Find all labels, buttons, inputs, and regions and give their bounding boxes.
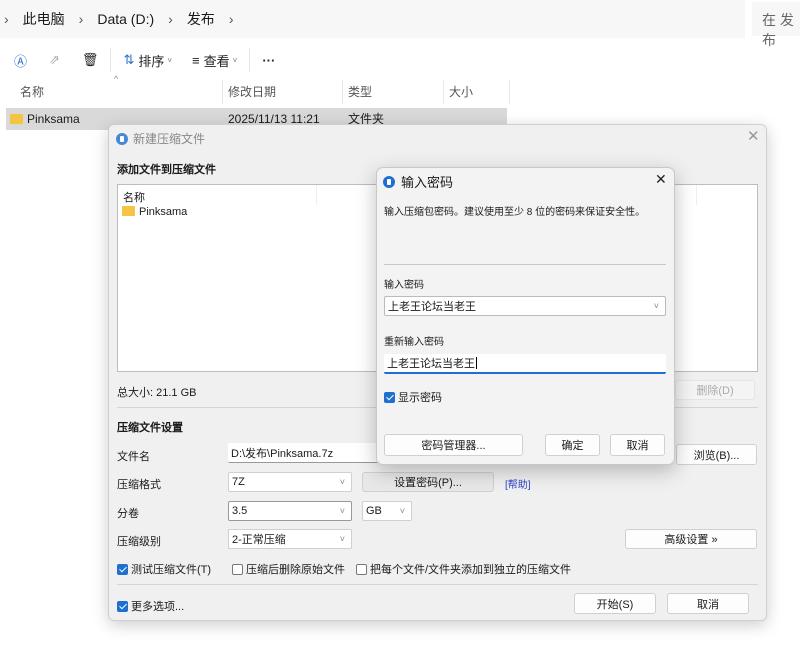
chevron-down-icon: ˅ (653, 301, 659, 311)
column-header-type[interactable]: 类型 (348, 80, 372, 104)
confirm-password-input[interactable]: 上老王论坛当老王 (384, 354, 666, 374)
help-link[interactable]: [帮助] (505, 476, 531, 491)
ok-button[interactable]: 确定 (545, 434, 600, 456)
delete-button[interactable]: 删除(D) (675, 380, 755, 400)
filename-label: 文件名 (117, 451, 150, 463)
password-label: 输入密码 (384, 280, 424, 291)
breadcrumb-item[interactable]: 发布 (187, 9, 215, 29)
confirm-password-label: 重新输入密码 (384, 337, 444, 348)
checkbox-icon (117, 601, 128, 612)
list-header-name[interactable]: 名称 (123, 189, 145, 205)
address-bar[interactable]: › 此电脑 › Data (D:) › 发布 › (0, 0, 745, 38)
more-options-checkbox[interactable]: 更多选项... (117, 598, 184, 614)
browse-button[interactable]: 浏览(B)... (676, 444, 757, 465)
split-label: 分卷 (117, 508, 139, 520)
divider (110, 48, 112, 72)
test-archive-checkbox[interactable]: 测试压缩文件(T) (117, 561, 211, 577)
format-select[interactable]: 7Z ˅ (228, 472, 352, 492)
search-input[interactable]: 在 发布 (752, 2, 800, 48)
sort-label: 排序 (138, 53, 165, 69)
column-header-size[interactable]: 大小 (449, 80, 473, 104)
set-password-button[interactable]: 设置密码(P)... (362, 472, 494, 492)
more-button[interactable]: ··· (256, 45, 281, 75)
chevron-down-icon: ˅ (339, 506, 345, 516)
separate-archives-checkbox[interactable]: 把每个文件/文件夹添加到独立的压缩文件 (356, 561, 571, 577)
dialog-title: 输入密码 (383, 172, 453, 191)
password-description: 输入压缩包密码。建议使用至少 8 位的密码来保证安全性。 (384, 207, 646, 218)
chevron-right-icon[interactable]: › (229, 11, 234, 27)
app-logo-icon (383, 175, 395, 188)
total-size: 总大小: 21.1 GB (117, 387, 197, 399)
delete-after-checkbox[interactable]: 压缩后删除原始文件 (232, 561, 345, 577)
chevron-down-icon: ˅ (339, 534, 345, 544)
share-icon[interactable]: ⇗ (43, 45, 66, 75)
file-name: Pinksama (27, 112, 80, 126)
delete-icon[interactable]: 🗑 (76, 45, 105, 75)
checkbox-icon (117, 564, 128, 575)
settings-heading: 压缩文件设置 (117, 422, 183, 434)
checkbox-icon (356, 564, 367, 575)
toolbar: Ⓐ ⇗ 🗑 ⇅ 排序 ˅ ≡ 查看 ˅ ··· (0, 42, 800, 78)
cancel-button[interactable]: 取消 (667, 593, 749, 614)
password-manager-button[interactable]: 密码管理器... (384, 434, 523, 456)
close-icon[interactable]: ✕ (655, 171, 667, 188)
password-dialog: 输入密码 ✕ 输入压缩包密码。建议使用至少 8 位的密码来保证安全性。 输入密码… (376, 167, 675, 465)
split-size-select[interactable]: 3.5 ˅ (228, 501, 352, 521)
folder-icon (10, 114, 23, 124)
dialog-title: 新建压缩文件 (116, 130, 205, 147)
folder-icon (122, 206, 135, 216)
view-label: 查看 (203, 53, 230, 69)
app-logo-icon (116, 132, 128, 145)
checkbox-icon (232, 564, 243, 575)
advanced-settings-button[interactable]: 高级设置 » (625, 529, 757, 549)
column-header-name[interactable]: 名称 (20, 80, 44, 104)
breadcrumb-item[interactable]: 此电脑 (23, 9, 65, 29)
chevron-down-icon: ˅ (399, 506, 405, 516)
sort-button[interactable]: ⇅ 排序 ˅ (117, 45, 178, 75)
divider (249, 48, 251, 72)
view-icon: ≡ (192, 52, 200, 68)
chevron-right-icon: › (4, 11, 9, 27)
breadcrumb-item[interactable]: Data (D:) (97, 11, 154, 27)
divider (117, 584, 758, 585)
start-button[interactable]: 开始(S) (574, 593, 656, 614)
show-password-checkbox[interactable]: 显示密码 (384, 389, 442, 405)
level-select[interactable]: 2-正常压缩 ˅ (228, 529, 352, 549)
column-header-date[interactable]: 修改日期 (228, 80, 276, 104)
chevron-right-icon: › (168, 11, 173, 27)
password-input[interactable]: 上老王论坛当老王 ˅ (384, 296, 666, 316)
sort-arrow-icon: ^ (114, 74, 119, 84)
format-label: 压缩格式 (117, 479, 161, 491)
split-unit-select[interactable]: GB ˅ (362, 501, 412, 521)
add-files-heading: 添加文件到压缩文件 (117, 164, 216, 176)
sort-icon: ⇅ (123, 52, 135, 67)
close-icon[interactable]: ✕ (747, 127, 760, 145)
level-label: 压缩级别 (117, 536, 161, 548)
view-button[interactable]: ≡ 查看 ˅ (186, 45, 243, 75)
cancel-button[interactable]: 取消 (610, 434, 665, 456)
list-item[interactable]: Pinksama (122, 206, 187, 218)
divider (384, 264, 666, 265)
checkbox-icon (384, 392, 395, 403)
chevron-down-icon: ˅ (339, 477, 345, 487)
rename-icon[interactable]: Ⓐ (8, 45, 33, 75)
filename-input[interactable]: D:\发布\Pinksama.7z (228, 443, 378, 463)
chevron-right-icon: › (78, 11, 84, 27)
